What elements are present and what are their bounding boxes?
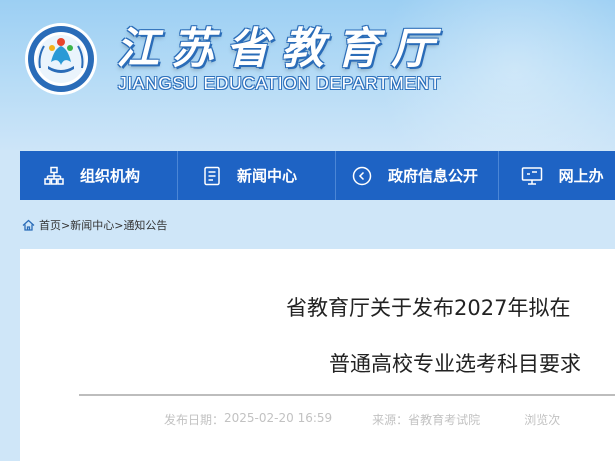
views-label: 浏览次 [524, 413, 561, 427]
nav-item-news-center[interactable]: 新闻中心 [178, 151, 337, 200]
site-header: 江苏省教育厅 JIANGSU EDUCATION DEPARTMENT [0, 0, 615, 150]
nav-item-online-services[interactable]: 网上办 [499, 151, 615, 200]
breadcrumb-home-link[interactable]: 首页 [39, 217, 61, 233]
nav-item-label: 新闻中心 [237, 167, 298, 185]
site-title: 江苏省教育厅 [116, 24, 446, 74]
source-value: 省教育考试院 [408, 413, 481, 427]
breadcrumb-separator: > [114, 218, 124, 232]
article-meta: 发布日期： 2025-02-20 16:59 来源： 省教育考试院 浏览次 [164, 411, 560, 428]
breadcrumb-separator: > [61, 218, 71, 232]
nav-item-label: 组织机构 [80, 167, 141, 185]
home-icon [22, 219, 35, 231]
breadcrumb-news-center-link[interactable]: 新闻中心 [70, 217, 114, 233]
education-department-logo-icon[interactable] [24, 22, 98, 96]
title-divider [79, 394, 615, 396]
main-nav: 组织机构 新闻中心 政府信息公开 网上办 [20, 151, 615, 200]
source-label: 来源： [372, 413, 409, 427]
nav-item-organization[interactable]: 组织机构 [20, 151, 178, 200]
article-panel: 省教育厅关于发布2027年拟在 普通高校专业选考科目要求 发布日期： 2025-… [20, 249, 615, 461]
publish-date: 2025-02-20 16:59 [224, 411, 333, 425]
article-title-line-1: 省教育厅关于发布2027年拟在 [286, 296, 571, 320]
nav-item-label: 网上办 [558, 167, 604, 185]
monitor-icon [521, 166, 542, 185]
nav-item-label: 政府信息公开 [388, 167, 479, 185]
circle-arrow-icon [352, 166, 372, 185]
article-title-line-2: 普通高校专业选考科目要求 [329, 352, 581, 376]
org-chart-icon [44, 166, 64, 185]
breadcrumb: 首页 > 新闻中心 > 通知公告 [22, 217, 167, 233]
publish-date-label: 发布日期： [164, 413, 225, 427]
site-subtitle: JIANGSU EDUCATION DEPARTMENT [118, 73, 442, 93]
document-icon [204, 166, 220, 185]
breadcrumb-notice-link[interactable]: 通知公告 [123, 217, 167, 233]
nav-item-government-info[interactable]: 政府信息公开 [336, 151, 499, 200]
